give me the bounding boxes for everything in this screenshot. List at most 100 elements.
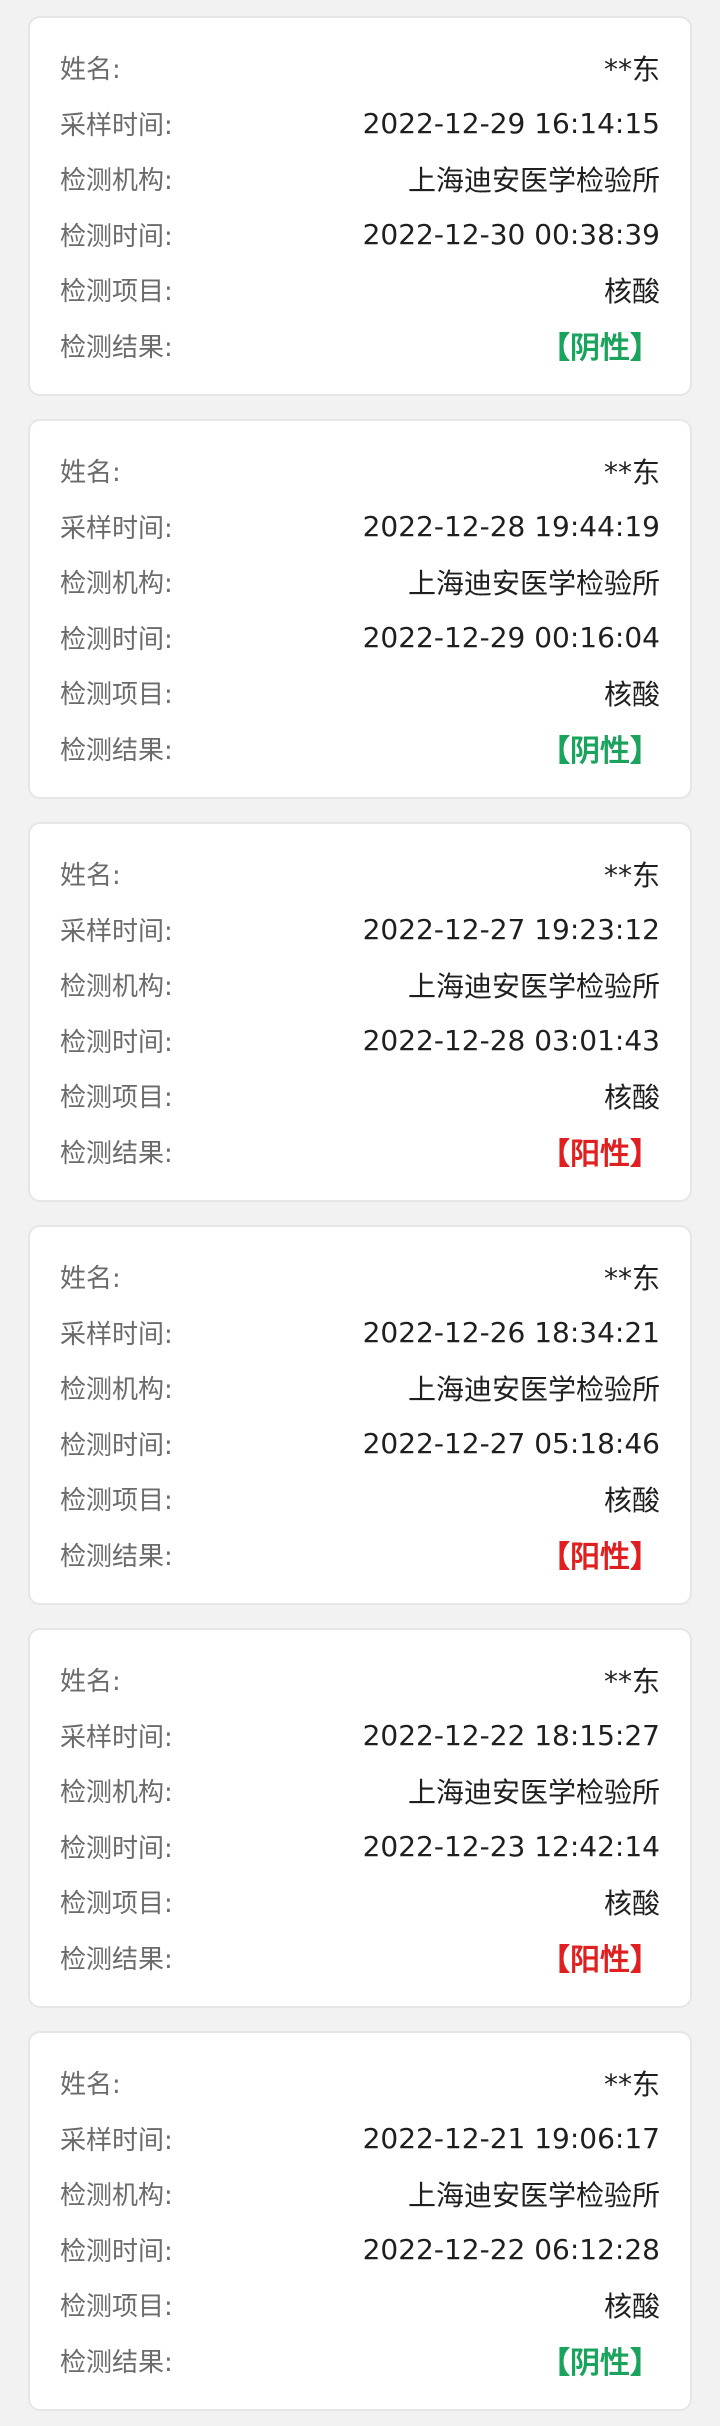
sample-time-row: 采样时间: 2022-12-22 18:15:27: [60, 1708, 660, 1764]
test-record-card[interactable]: 姓名: **东 采样时间: 2022-12-27 19:23:12 检测机构: 上海迪…: [28, 822, 692, 1202]
test-record-card[interactable]: 姓名: **东 采样时间: 2022-12-22 18:15:27 检测机构: 上海迪…: [28, 1628, 692, 2008]
result-label: 检测结果:: [60, 1138, 173, 1169]
sample-time-label: 采样时间:: [60, 513, 173, 544]
institution-value: 上海迪安医学检验所: [407, 1372, 660, 1406]
test-time-row: 检测时间: 2022-12-28 03:01:43: [60, 1013, 660, 1069]
result-row: 检测结果: 【阴性】: [60, 318, 660, 374]
result-label: 检测结果:: [60, 332, 173, 363]
result-row: 检测结果: 【阴性】: [60, 2333, 660, 2389]
test-item-value: 核酸: [603, 1483, 660, 1517]
test-time-row: 检测时间: 2022-12-22 06:12:28: [60, 2222, 660, 2278]
name-value: **东: [603, 1664, 660, 1698]
result-badge: 【阴性】: [540, 734, 660, 770]
sample-time-value: 2022-12-22 18:15:27: [362, 1718, 660, 1752]
institution-value: 上海迪安医学检验所: [407, 1775, 660, 1809]
test-time-value: 2022-12-27 05:18:46: [362, 1426, 660, 1460]
test-item-label: 检测项目:: [60, 277, 173, 308]
name-value: **东: [603, 455, 660, 489]
institution-label: 检测机构:: [60, 1778, 173, 1809]
institution-row: 检测机构: 上海迪安医学检验所: [60, 554, 660, 610]
test-time-row: 检测时间: 2022-12-27 05:18:46: [60, 1416, 660, 1472]
test-time-label: 检测时间:: [60, 1430, 173, 1461]
test-time-label: 检测时间:: [60, 2236, 173, 2267]
result-label: 检测结果:: [60, 1944, 173, 1975]
result-row: 检测结果: 【阴性】: [60, 721, 660, 777]
sample-time-row: 采样时间: 2022-12-27 19:23:12: [60, 902, 660, 958]
result-badge: 【阳性】: [540, 1943, 660, 1979]
test-item-value: 核酸: [603, 274, 660, 308]
sample-time-row: 采样时间: 2022-12-21 19:06:17: [60, 2111, 660, 2167]
sample-time-label: 采样时间:: [60, 1319, 173, 1350]
result-label: 检测结果:: [60, 1541, 173, 1572]
name-value: **东: [603, 1261, 660, 1295]
institution-value: 上海迪安医学检验所: [407, 969, 660, 1003]
test-time-value: 2022-12-22 06:12:28: [362, 2232, 660, 2266]
name-row: 姓名: **东: [60, 443, 660, 499]
test-time-row: 检测时间: 2022-12-23 12:42:14: [60, 1819, 660, 1875]
test-time-value: 2022-12-23 12:42:14: [362, 1829, 660, 1863]
test-record-card[interactable]: 姓名: **东 采样时间: 2022-12-21 19:06:17 检测机构: 上海迪…: [28, 2031, 692, 2411]
test-item-row: 检测项目: 核酸: [60, 2277, 660, 2333]
sample-time-value: 2022-12-21 19:06:17: [362, 2121, 660, 2155]
test-record-card[interactable]: 姓名: **东 采样时间: 2022-12-26 18:34:21 检测机构: 上海迪…: [28, 1225, 692, 1605]
sample-time-label: 采样时间:: [60, 1722, 173, 1753]
name-label: 姓名:: [60, 2070, 121, 2101]
name-row: 姓名: **东: [60, 2055, 660, 2111]
institution-label: 检测机构:: [60, 2181, 173, 2212]
test-item-value: 核酸: [603, 2289, 660, 2323]
test-record-card[interactable]: 姓名: **东 采样时间: 2022-12-29 16:14:15 检测机构: 上海迪…: [28, 16, 692, 396]
institution-label: 检测机构:: [60, 166, 173, 197]
test-item-row: 检测项目: 核酸: [60, 1471, 660, 1527]
institution-row: 检测机构: 上海迪安医学检验所: [60, 1763, 660, 1819]
test-time-row: 检测时间: 2022-12-29 00:16:04: [60, 610, 660, 666]
test-time-value: 2022-12-29 00:16:04: [362, 620, 660, 654]
name-label: 姓名:: [60, 458, 121, 489]
institution-row: 检测机构: 上海迪安医学检验所: [60, 151, 660, 207]
test-item-value: 核酸: [603, 1886, 660, 1920]
sample-time-value: 2022-12-28 19:44:19: [362, 509, 660, 543]
name-label: 姓名:: [60, 861, 121, 892]
test-item-label: 检测项目:: [60, 1083, 173, 1114]
name-value: **东: [603, 52, 660, 86]
result-badge: 【阴性】: [540, 331, 660, 367]
result-label: 检测结果:: [60, 735, 173, 766]
sample-time-label: 采样时间:: [60, 916, 173, 947]
sample-time-label: 采样时间:: [60, 110, 173, 141]
test-time-value: 2022-12-30 00:38:39: [362, 217, 660, 251]
name-label: 姓名:: [60, 1667, 121, 1698]
test-record-card[interactable]: 姓名: **东 采样时间: 2022-12-28 19:44:19 检测机构: 上海迪…: [28, 419, 692, 799]
sample-time-row: 采样时间: 2022-12-26 18:34:21: [60, 1305, 660, 1361]
sample-time-value: 2022-12-26 18:34:21: [362, 1315, 660, 1349]
sample-time-value: 2022-12-27 19:23:12: [362, 912, 660, 946]
test-time-label: 检测时间:: [60, 624, 173, 655]
name-row: 姓名: **东: [60, 846, 660, 902]
result-badge: 【阴性】: [540, 2346, 660, 2382]
institution-value: 上海迪安医学检验所: [407, 566, 660, 600]
test-item-row: 检测项目: 核酸: [60, 1068, 660, 1124]
institution-row: 检测机构: 上海迪安医学检验所: [60, 1360, 660, 1416]
test-time-label: 检测时间:: [60, 1833, 173, 1864]
test-item-label: 检测项目:: [60, 1889, 173, 1920]
test-item-value: 核酸: [603, 1080, 660, 1114]
name-value: **东: [603, 2067, 660, 2101]
name-label: 姓名:: [60, 55, 121, 86]
test-item-row: 检测项目: 核酸: [60, 665, 660, 721]
sample-time-label: 采样时间:: [60, 2125, 173, 2156]
result-row: 检测结果: 【阳性】: [60, 1527, 660, 1583]
result-badge: 【阳性】: [540, 1137, 660, 1173]
test-item-value: 核酸: [603, 677, 660, 711]
name-row: 姓名: **东: [60, 1249, 660, 1305]
test-time-label: 检测时间:: [60, 221, 173, 252]
test-item-label: 检测项目:: [60, 1486, 173, 1517]
institution-value: 上海迪安医学检验所: [407, 2178, 660, 2212]
test-record-list: 姓名: **东 采样时间: 2022-12-29 16:14:15 检测机构: 上海迪…: [0, 0, 720, 2426]
test-item-row: 检测项目: 核酸: [60, 1874, 660, 1930]
test-time-row: 检测时间: 2022-12-30 00:38:39: [60, 207, 660, 263]
result-row: 检测结果: 【阳性】: [60, 1124, 660, 1180]
sample-time-row: 采样时间: 2022-12-28 19:44:19: [60, 499, 660, 555]
test-time-value: 2022-12-28 03:01:43: [362, 1023, 660, 1057]
institution-row: 检测机构: 上海迪安医学检验所: [60, 2166, 660, 2222]
sample-time-value: 2022-12-29 16:14:15: [362, 106, 660, 140]
institution-label: 检测机构:: [60, 1375, 173, 1406]
institution-row: 检测机构: 上海迪安医学检验所: [60, 957, 660, 1013]
